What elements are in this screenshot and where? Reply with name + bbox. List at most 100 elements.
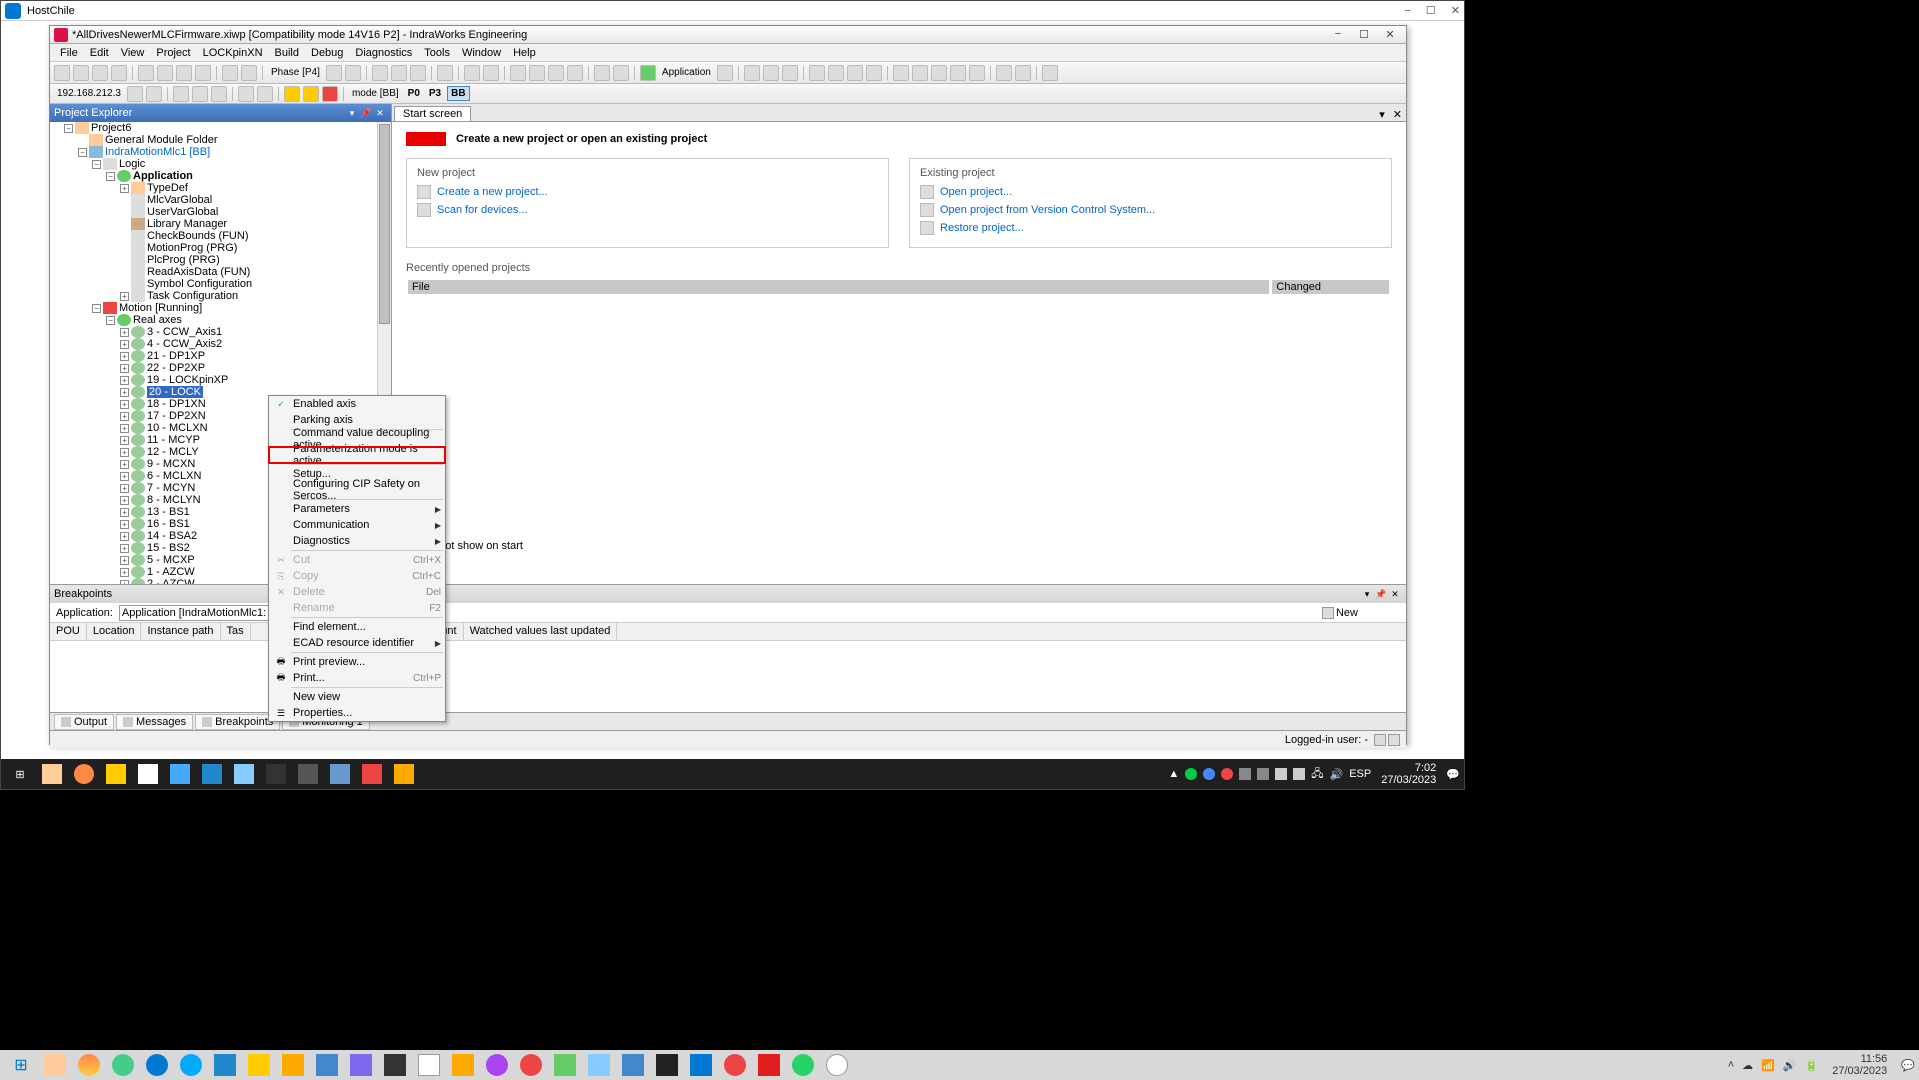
toolbar-button[interactable] bbox=[146, 86, 162, 102]
menu-tools[interactable]: Tools bbox=[418, 47, 456, 59]
cm-print[interactable]: 🖶Print...Ctrl+P bbox=[269, 670, 445, 686]
cm-parking-axis[interactable]: Parking axis bbox=[269, 412, 445, 428]
toolbar-button[interactable] bbox=[345, 65, 361, 81]
link-scan-devices[interactable]: Scan for devices... bbox=[417, 203, 878, 217]
taskbar-app-icon[interactable] bbox=[684, 1051, 718, 1079]
tray-icon[interactable] bbox=[1257, 768, 1269, 780]
toolbar-button[interactable] bbox=[222, 65, 238, 81]
toolbar-button[interactable] bbox=[326, 65, 342, 81]
toolbar-button[interactable] bbox=[640, 65, 656, 81]
toolbar-button[interactable] bbox=[391, 65, 407, 81]
toolbar-ip[interactable]: 192.168.212.3 bbox=[54, 88, 124, 99]
taskbar-app-icon[interactable] bbox=[389, 761, 419, 787]
taskbar-app-icon[interactable] bbox=[37, 761, 67, 787]
cm-communication[interactable]: Communication▶ bbox=[269, 517, 445, 533]
menu-build[interactable]: Build bbox=[269, 47, 305, 59]
taskbar-app-icon[interactable] bbox=[344, 1051, 378, 1079]
toolbar-button[interactable] bbox=[866, 65, 882, 81]
toolbar-button[interactable] bbox=[238, 86, 254, 102]
ide-close-icon[interactable]: ✕ bbox=[1378, 28, 1402, 41]
cm-properties[interactable]: ☰Properties... bbox=[269, 705, 445, 721]
taskbar-app-icon[interactable] bbox=[548, 1051, 582, 1079]
host-clock[interactable]: 11:56 27/03/2023 bbox=[1826, 1053, 1893, 1077]
col-instance[interactable]: Instance path bbox=[141, 623, 220, 640]
toolbar-button[interactable] bbox=[192, 86, 208, 102]
toolbar-button[interactable] bbox=[1042, 65, 1058, 81]
toolbar-button[interactable] bbox=[483, 65, 499, 81]
taskbar-app-icon[interactable] bbox=[197, 761, 227, 787]
taskbar-app-icon[interactable] bbox=[514, 1051, 548, 1079]
menu-diagnostics[interactable]: Diagnostics bbox=[349, 47, 418, 59]
taskbar-app-icon[interactable] bbox=[378, 1051, 412, 1079]
toolbar-button[interactable] bbox=[548, 65, 564, 81]
tray-icon[interactable] bbox=[1275, 768, 1287, 780]
taskbar-app-icon[interactable] bbox=[242, 1051, 276, 1079]
tab-close-icon[interactable]: ✕ bbox=[1389, 108, 1406, 121]
taskbar-app-icon[interactable] bbox=[133, 761, 163, 787]
menu-project[interactable]: Project bbox=[150, 47, 196, 59]
taskbar-app-icon[interactable] bbox=[208, 1051, 242, 1079]
col-location[interactable]: Location bbox=[87, 623, 142, 640]
tab-messages[interactable]: Messages bbox=[116, 714, 193, 730]
panel-close-icon[interactable]: ✕ bbox=[1388, 589, 1402, 600]
taskbar-app-icon[interactable] bbox=[174, 1051, 208, 1079]
menu-file[interactable]: File bbox=[54, 47, 84, 59]
ide-min-icon[interactable]: − bbox=[1326, 28, 1350, 41]
do-not-show-checkbox[interactable]: Do not show on start bbox=[406, 536, 1392, 552]
taskbar-app-icon[interactable] bbox=[72, 1051, 106, 1079]
menu-help[interactable]: Help bbox=[507, 47, 542, 59]
cm-enabled-axis[interactable]: Enabled axis bbox=[269, 396, 445, 412]
remote-close-icon[interactable]: ✕ bbox=[1451, 5, 1460, 17]
toolbar-button[interactable] bbox=[195, 65, 211, 81]
panel-close-icon[interactable]: ✕ bbox=[373, 108, 387, 119]
col-task[interactable]: Tas bbox=[221, 623, 251, 640]
toolbar-button[interactable] bbox=[241, 65, 257, 81]
toolbar-button[interactable] bbox=[54, 65, 70, 81]
col-file[interactable]: File bbox=[408, 280, 1270, 294]
taskbar-app-icon[interactable] bbox=[480, 1051, 514, 1079]
taskbar-app-icon[interactable] bbox=[412, 1051, 446, 1079]
toolbar-button[interactable] bbox=[594, 65, 610, 81]
toolbar-button[interactable] bbox=[996, 65, 1012, 81]
panel-pin-icon[interactable]: 📌 bbox=[1374, 589, 1388, 600]
toolbar-button[interactable] bbox=[157, 65, 173, 81]
toolbar-button[interactable] bbox=[437, 65, 453, 81]
menu-edit[interactable]: Edit bbox=[84, 47, 115, 59]
start-button[interactable]: ⊞ bbox=[5, 761, 35, 787]
taskbar-app-icon[interactable] bbox=[38, 1051, 72, 1079]
toolbar-button[interactable] bbox=[893, 65, 909, 81]
menu-lockpin[interactable]: LOCKpinXN bbox=[197, 47, 269, 59]
tab-dropdown-icon[interactable]: ▾ bbox=[1375, 108, 1389, 121]
tray-icon[interactable]: 📶 bbox=[1761, 1059, 1775, 1072]
tray-chevron-icon[interactable]: ˄ bbox=[1728, 1059, 1734, 1071]
toolbar-button[interactable] bbox=[782, 65, 798, 81]
toolbar-button[interactable] bbox=[284, 86, 300, 102]
notifications-icon[interactable]: 💬 bbox=[1446, 768, 1460, 781]
toolbar-button[interactable] bbox=[847, 65, 863, 81]
taskbar-app-icon[interactable] bbox=[786, 1051, 820, 1079]
tray-icon[interactable]: 🔊 bbox=[1783, 1059, 1797, 1072]
taskbar-app-icon[interactable] bbox=[229, 761, 259, 787]
toolbar-button[interactable] bbox=[211, 86, 227, 102]
taskbar-app-icon[interactable] bbox=[820, 1051, 854, 1079]
col-watched[interactable]: Watched values last updated bbox=[464, 623, 618, 640]
taskbar-app-icon[interactable] bbox=[140, 1051, 174, 1079]
tray-icon[interactable] bbox=[1239, 768, 1251, 780]
toolbar-button[interactable] bbox=[73, 65, 89, 81]
remote-min-icon[interactable]: − bbox=[1404, 5, 1410, 17]
tray-lang[interactable]: ESP bbox=[1349, 768, 1371, 780]
panel-dropdown-icon[interactable]: ▾ bbox=[1360, 589, 1374, 600]
toolbar-button[interactable] bbox=[464, 65, 480, 81]
toolbar-button[interactable] bbox=[828, 65, 844, 81]
panel-dropdown-icon[interactable]: ▾ bbox=[345, 108, 359, 119]
taskbar-app-icon[interactable] bbox=[616, 1051, 650, 1079]
toolbar-button[interactable] bbox=[567, 65, 583, 81]
cm-parameters[interactable]: Parameters▶ bbox=[269, 501, 445, 517]
ide-max-icon[interactable]: ☐ bbox=[1352, 28, 1376, 41]
cm-parameterization[interactable]: Parameterization mode is active bbox=[269, 447, 445, 463]
notifications-icon[interactable]: 💬 bbox=[1901, 1059, 1915, 1072]
cm-diagnostics[interactable]: Diagnostics▶ bbox=[269, 533, 445, 549]
link-open-project[interactable]: Open project... bbox=[920, 185, 1381, 199]
menu-debug[interactable]: Debug bbox=[305, 47, 349, 59]
toolbar-button[interactable] bbox=[950, 65, 966, 81]
